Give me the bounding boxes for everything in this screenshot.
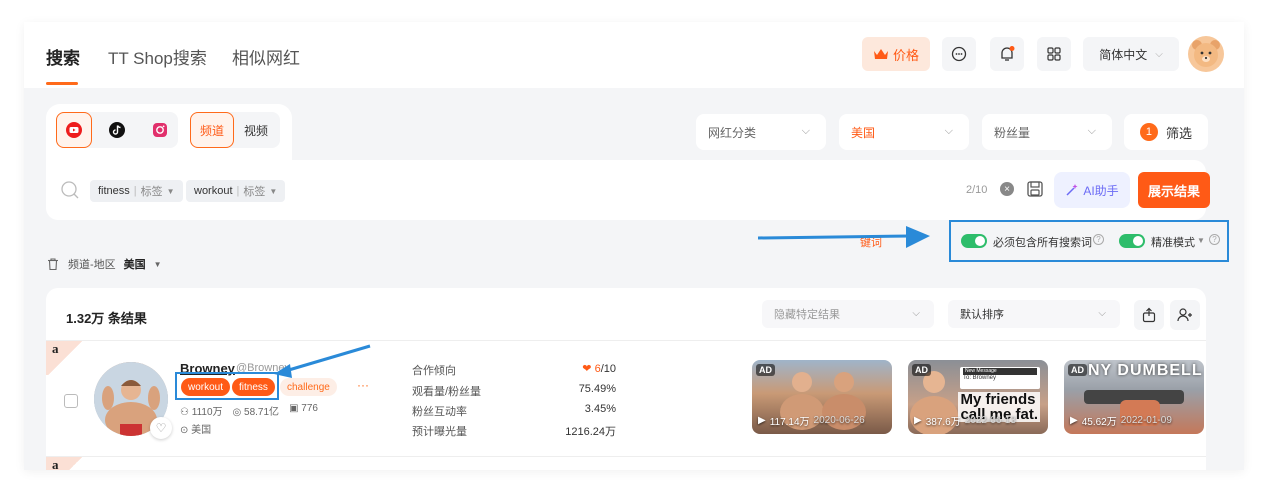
- annotation-arrow: [757, 234, 911, 240]
- annotation-arrowhead: [274, 364, 292, 378]
- annotation-arrow: [281, 344, 371, 374]
- annotation-arrows: [274, 226, 930, 378]
- annotation-arrowhead: [906, 226, 930, 248]
